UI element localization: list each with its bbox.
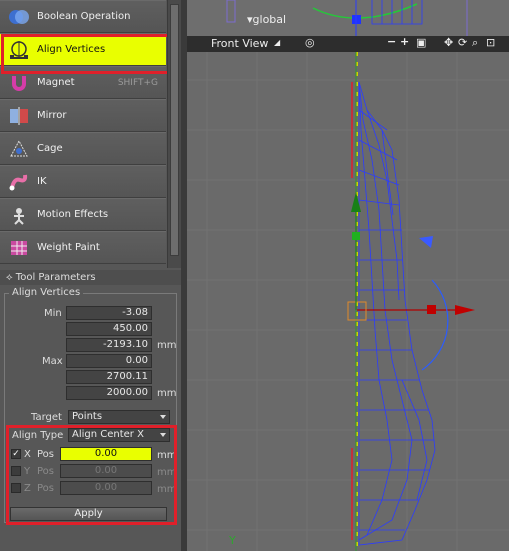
- tool-mirror[interactable]: Mirror: [0, 99, 166, 132]
- ik-icon: [7, 171, 31, 193]
- tool-label: Mirror: [37, 110, 67, 121]
- tool-cage[interactable]: Cage: [0, 132, 166, 165]
- unit-label: mm: [157, 340, 177, 351]
- camera-target-icon[interactable]: ◎: [305, 36, 315, 49]
- annotation-box-tool: [1, 34, 172, 74]
- min-label: Min: [44, 308, 62, 319]
- tool-parameters-header[interactable]: ⟡ Tool Parameters: [0, 270, 181, 285]
- tool-motion-effects[interactable]: Motion Effects: [0, 198, 166, 231]
- y-axis-label: Y: [228, 534, 236, 547]
- weight-paint-icon: [7, 237, 31, 259]
- search-icon[interactable]: ⌕: [472, 36, 478, 50]
- max-z-field[interactable]: 2000.00: [66, 386, 152, 400]
- min-y-field[interactable]: 450.00: [66, 322, 152, 336]
- max-x-field[interactable]: 0.00: [66, 354, 152, 368]
- rotate-view-icon[interactable]: ⟳: [458, 36, 467, 49]
- chevron-down-icon: [160, 415, 166, 419]
- target-dropdown[interactable]: Points: [68, 410, 170, 424]
- zoom-out-icon[interactable]: −: [387, 35, 396, 48]
- boolean-icon: [7, 6, 31, 28]
- camera-icon[interactable]: ▣: [416, 36, 426, 49]
- tool-label: Magnet: [37, 77, 75, 88]
- annotation-box-params: [6, 425, 177, 525]
- shortcut-label: SHIFT+G: [117, 77, 158, 88]
- global-label: global: [252, 13, 287, 26]
- unit-label: mm: [157, 388, 177, 399]
- scrollbar-thumb[interactable]: [170, 4, 179, 256]
- view-toolbar: Front View ◢ ◎ − + ▣ ✥ ⟳ ⌕ ⊡: [187, 35, 509, 52]
- max-y-field[interactable]: 2700.11: [66, 370, 152, 384]
- min-z-field[interactable]: -2193.10: [66, 338, 152, 352]
- tool-parameters-title: Tool Parameters: [15, 272, 96, 283]
- tool-label: Weight Paint: [37, 242, 100, 253]
- collapse-icon: ⟡: [6, 272, 16, 283]
- tool-label: Cage: [37, 143, 63, 154]
- view-menu-icon[interactable]: ◢: [274, 38, 280, 47]
- magnet-icon: [7, 72, 31, 94]
- tool-ik[interactable]: IK: [0, 165, 166, 198]
- tool-boolean-operation[interactable]: Boolean Operation: [0, 0, 166, 33]
- motion-effects-icon: [7, 204, 31, 226]
- move-view-icon[interactable]: ✥: [444, 36, 453, 49]
- max-label: Max: [42, 356, 63, 367]
- fit-view-icon[interactable]: ⊡: [486, 36, 495, 49]
- cage-icon: [7, 138, 31, 160]
- global-label-container[interactable]: ▾global: [247, 13, 286, 26]
- target-label: Target: [31, 412, 62, 423]
- tool-list-scrollbar[interactable]: [167, 0, 181, 268]
- group-title: Align Vertices: [9, 287, 84, 298]
- tool-label: Motion Effects: [37, 209, 109, 220]
- tool-label: IK: [37, 176, 47, 187]
- target-value: Points: [72, 411, 103, 422]
- min-x-field[interactable]: -3.08: [66, 306, 152, 320]
- viewport-canvas: Y: [187, 0, 509, 551]
- tool-weight-paint[interactable]: Weight Paint: [0, 231, 166, 264]
- zoom-in-icon[interactable]: +: [400, 35, 409, 48]
- tool-label: Boolean Operation: [37, 11, 131, 22]
- view-name[interactable]: Front View: [211, 37, 268, 50]
- front-viewport[interactable]: Y: [187, 0, 509, 551]
- mirror-icon: [7, 105, 31, 127]
